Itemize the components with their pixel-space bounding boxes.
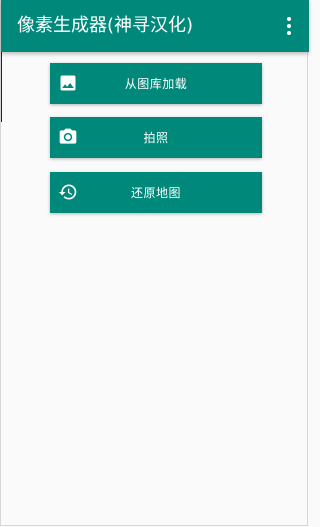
take-photo-label: 拍照 [143,131,169,145]
window-edge [1,52,2,122]
restore-map-label: 还原地图 [130,186,181,200]
load-from-gallery-button[interactable]: 从图库加载 [50,63,262,104]
app-window: 像素生成器(神寻汉化) 从图库加载 拍照 还原地图 [0,0,309,526]
app-toolbar: 像素生成器(神寻汉化) [1,0,309,52]
take-photo-button[interactable]: 拍照 [50,117,262,158]
restore-map-button[interactable]: 还原地图 [50,172,262,213]
more-vert-icon[interactable] [277,12,301,40]
app-title: 像素生成器(神寻汉化) [17,15,194,36]
load-from-gallery-label: 从图库加载 [124,77,188,91]
